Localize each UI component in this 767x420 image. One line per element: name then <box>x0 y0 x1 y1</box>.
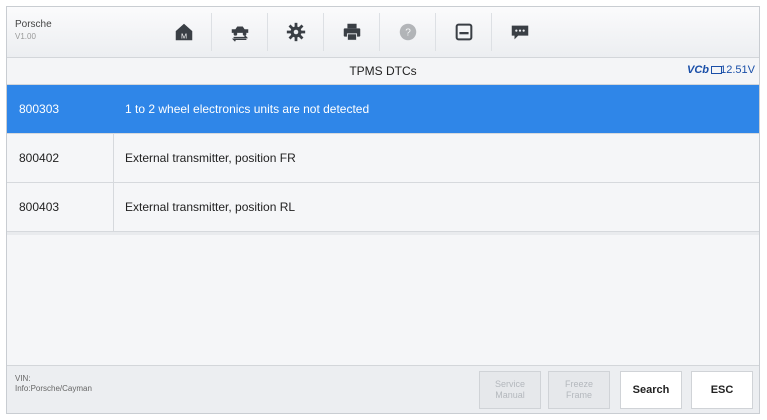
dtc-code: 800402 <box>19 151 60 165</box>
vehicle-swap-button[interactable] <box>213 13 268 51</box>
search-button[interactable]: Search <box>620 371 682 409</box>
software-version: V1.00 <box>15 32 36 41</box>
dtc-description: External transmitter, position FR <box>125 151 296 165</box>
freeze-frame-button[interactable]: Freeze Frame <box>548 371 610 409</box>
save-icon <box>455 23 473 41</box>
help-icon: ? <box>399 23 417 41</box>
dtc-description: External transmitter, position RL <box>125 200 296 214</box>
save-button[interactable] <box>437 13 492 51</box>
print-button[interactable] <box>325 13 380 51</box>
help-button[interactable]: ? <box>381 13 436 51</box>
list-empty-area <box>7 235 759 365</box>
vehicle-info-text: Info:Porsche/Cayman <box>15 384 92 393</box>
vehicle-swap-icon <box>231 26 249 42</box>
dtc-row[interactable]: 800303 1 to 2 wheel electronics units ar… <box>7 85 759 134</box>
page-title-bar: TPMS DTCs VCb 12.51V <box>7 58 759 85</box>
bottom-toolbar: VIN: Info:Porsche/Cayman Service Manual … <box>7 365 759 413</box>
dtc-code: 800403 <box>19 200 60 214</box>
vin-label: VIN: <box>15 374 31 383</box>
page-title: TPMS DTCs <box>349 64 417 78</box>
vci-status-label: VCb <box>687 64 709 76</box>
service-manual-button[interactable]: Service Manual <box>479 371 541 409</box>
chat-icon <box>511 25 529 40</box>
printer-icon <box>343 23 361 41</box>
dtc-description: 1 to 2 wheel electronics units are not d… <box>125 102 370 116</box>
column-divider <box>113 134 114 182</box>
dtc-list: 800303 1 to 2 wheel electronics units ar… <box>7 85 759 232</box>
battery-voltage: 12.51V <box>720 64 755 76</box>
home-button[interactable]: M <box>157 13 212 51</box>
svg-text:M: M <box>181 31 187 40</box>
column-divider <box>113 183 114 231</box>
top-toolbar: Porsche V1.00 M ? <box>7 7 759 58</box>
chat-button[interactable] <box>493 13 547 51</box>
brand-name: Porsche <box>15 19 52 30</box>
esc-button[interactable]: ESC <box>691 371 753 409</box>
dtc-row[interactable]: 800403 External transmitter, position RL <box>7 183 759 232</box>
home-icon: M <box>175 23 193 40</box>
gear-icon <box>286 22 306 42</box>
dtc-row[interactable]: 800402 External transmitter, position FR <box>7 134 759 183</box>
settings-button[interactable] <box>269 13 324 51</box>
dtc-code: 800303 <box>19 102 60 116</box>
column-divider <box>113 85 114 133</box>
svg-text:?: ? <box>405 28 411 39</box>
vehicle-info: VIN: Info:Porsche/Cayman <box>15 374 92 394</box>
vehicle-brand-label: Porsche V1.00 <box>15 19 52 43</box>
device-screen: Porsche V1.00 M ? TPMS DTCs VCb 12.51V 8… <box>6 6 760 414</box>
